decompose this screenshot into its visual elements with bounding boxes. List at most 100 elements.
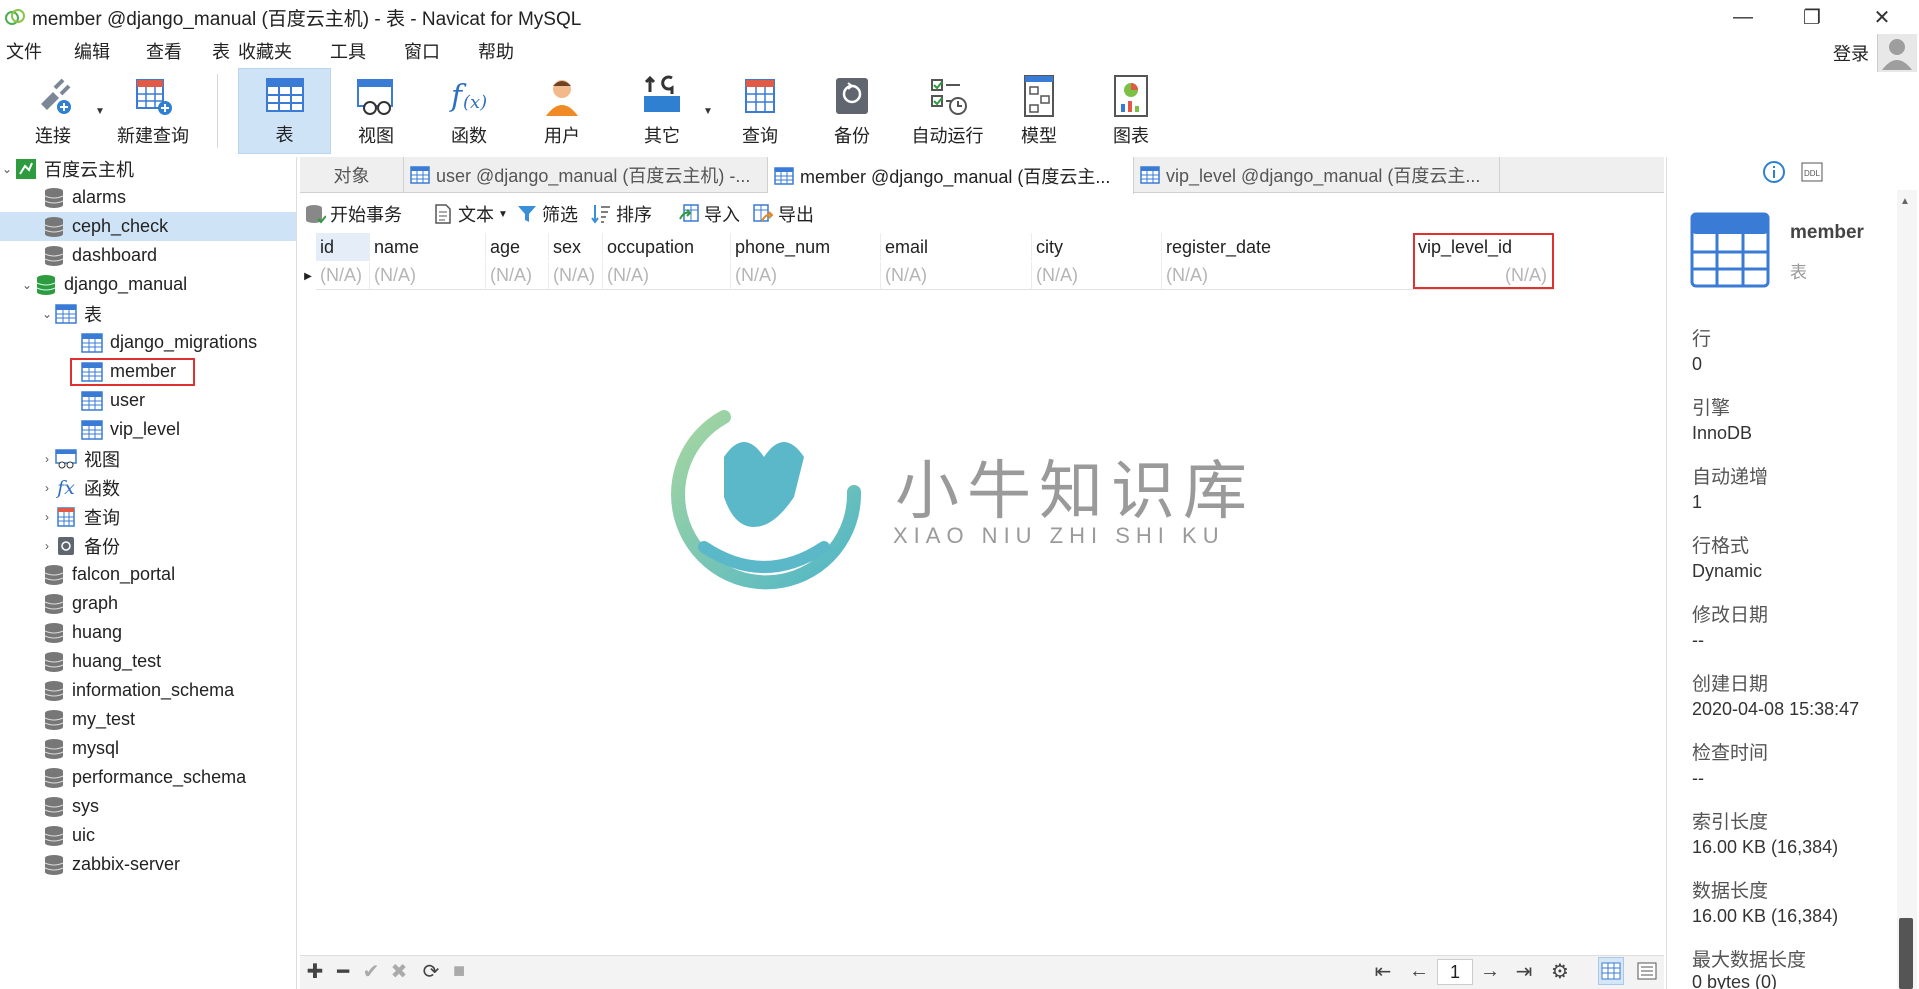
tree-db-ceph-check[interactable]: ceph_check: [0, 212, 296, 241]
dropdown-arrow-icon[interactable]: ▼: [498, 209, 508, 220]
chevron-right-icon[interactable]: ›: [40, 539, 54, 553]
menu-window[interactable]: 窗口: [396, 38, 470, 64]
query-button[interactable]: 查询: [728, 68, 792, 154]
user-avatar[interactable]: [1877, 34, 1917, 72]
text-button[interactable]: 文本 ▼: [432, 199, 508, 229]
discard-changes-button[interactable]: ✖: [386, 957, 412, 985]
begin-transaction-button[interactable]: 开始事务: [304, 199, 402, 229]
scroll-up-icon[interactable]: ▲: [1900, 196, 1910, 207]
column-header-id[interactable]: id: [316, 233, 370, 261]
chevron-right-icon[interactable]: ›: [40, 510, 54, 524]
tree-db-huang[interactable]: huang: [0, 618, 296, 647]
view-button[interactable]: 视图: [344, 68, 408, 154]
cell-sex[interactable]: (N/A): [549, 262, 603, 290]
chevron-down-icon[interactable]: ⌄: [20, 278, 34, 292]
column-header-city[interactable]: city: [1032, 233, 1162, 261]
settings-gear-icon[interactable]: ⚙: [1547, 957, 1573, 985]
menu-edit[interactable]: 编辑: [66, 38, 138, 64]
other-button[interactable]: 其它: [630, 68, 694, 154]
cell-occupation[interactable]: (N/A): [603, 262, 731, 290]
column-header-register-date[interactable]: register_date: [1162, 233, 1414, 261]
login-link[interactable]: 登录: [1833, 40, 1869, 66]
info-icon[interactable]: [1762, 160, 1786, 189]
backup-button[interactable]: 备份: [820, 68, 884, 154]
column-header-email[interactable]: email: [881, 233, 1032, 261]
chevron-right-icon[interactable]: ›: [40, 452, 54, 466]
first-page-button[interactable]: ⇤: [1370, 957, 1396, 985]
tree-db-zabbix-server[interactable]: zabbix-server: [0, 850, 296, 879]
tree-group-tables[interactable]: ⌄ 表: [0, 299, 296, 328]
last-page-button[interactable]: ⇥: [1511, 957, 1537, 985]
tree-db-performance-schema[interactable]: performance_schema: [0, 763, 296, 792]
connect-dropdown-icon[interactable]: ▼: [95, 106, 105, 117]
tree-db-huang-test[interactable]: huang_test: [0, 647, 296, 676]
minimize-button[interactable]: —: [1713, 0, 1773, 34]
column-header-name[interactable]: name: [370, 233, 486, 261]
cell-name[interactable]: (N/A): [370, 262, 486, 290]
info-panel-scrollbar[interactable]: [1897, 190, 1917, 989]
function-button[interactable]: f (x) 函数: [437, 68, 501, 154]
close-button[interactable]: ✕: [1852, 0, 1912, 34]
form-view-button[interactable]: [1634, 957, 1660, 985]
cell-age[interactable]: (N/A): [486, 262, 549, 290]
cell-register-date[interactable]: (N/A): [1162, 262, 1414, 290]
tree-connection[interactable]: ⌄ 百度云主机: [0, 154, 296, 183]
column-header-phone-num[interactable]: phone_num: [731, 233, 881, 261]
cell-phone-num[interactable]: (N/A): [731, 262, 881, 290]
cell-city[interactable]: (N/A): [1032, 262, 1162, 290]
other-dropdown-icon[interactable]: ▼: [703, 106, 713, 117]
user-button[interactable]: 用户: [530, 68, 594, 154]
table-button[interactable]: 表: [238, 68, 331, 154]
connect-button[interactable]: 连接: [18, 68, 88, 154]
chart-button[interactable]: 图表: [1099, 68, 1163, 154]
column-header-occupation[interactable]: occupation: [603, 233, 731, 261]
tree-table-django-migrations[interactable]: django_migrations: [0, 328, 296, 357]
tree-db-falcon-portal[interactable]: falcon_portal: [0, 560, 296, 589]
cell-email[interactable]: (N/A): [881, 262, 1032, 290]
menu-favorites[interactable]: 收藏夹: [230, 38, 322, 64]
previous-page-button[interactable]: ←: [1406, 957, 1432, 985]
tree-table-user[interactable]: user: [0, 386, 296, 415]
maximize-button[interactable]: ❐: [1782, 0, 1842, 34]
tab-objects[interactable]: 对象: [300, 157, 404, 193]
tree-group-views[interactable]: › 视图: [0, 444, 296, 473]
tab-vip-level-table[interactable]: vip_level @django_manual (百度云主...: [1134, 157, 1500, 193]
menu-view[interactable]: 查看: [138, 38, 204, 64]
grid-view-button[interactable]: [1598, 957, 1624, 985]
delete-record-button[interactable]: ━: [330, 957, 356, 985]
menu-tools[interactable]: 工具: [322, 38, 396, 64]
tree-db-graph[interactable]: graph: [0, 589, 296, 618]
tree-db-sys[interactable]: sys: [0, 792, 296, 821]
column-header-age[interactable]: age: [486, 233, 549, 261]
tree-db-alarms[interactable]: alarms: [0, 183, 296, 212]
tree-group-queries[interactable]: › 查询: [0, 502, 296, 531]
scrollbar-thumb[interactable]: [1899, 918, 1913, 989]
page-number-input[interactable]: 1: [1437, 959, 1473, 985]
menu-help[interactable]: 帮助: [470, 38, 526, 64]
tree-group-backups[interactable]: › 备份: [0, 531, 296, 560]
cell-id[interactable]: (N/A): [316, 262, 370, 290]
tree-table-vip-level[interactable]: vip_level: [0, 415, 296, 444]
refresh-button[interactable]: ⟳: [418, 957, 444, 985]
tree-db-dashboard[interactable]: dashboard: [0, 241, 296, 270]
menu-table[interactable]: 表: [204, 38, 230, 64]
tab-member-table[interactable]: member @django_manual (百度云主...: [768, 157, 1134, 194]
filter-button[interactable]: 筛选: [516, 199, 578, 229]
tree-db-django-manual[interactable]: ⌄ django_manual: [0, 270, 296, 299]
chevron-right-icon[interactable]: ›: [40, 481, 54, 495]
tree-db-mysql[interactable]: mysql: [0, 734, 296, 763]
tree-db-information-schema[interactable]: information_schema: [0, 676, 296, 705]
chevron-down-icon[interactable]: ⌄: [0, 162, 14, 176]
sort-button[interactable]: 排序: [590, 199, 652, 229]
model-button[interactable]: 模型: [1007, 68, 1071, 154]
column-header-sex[interactable]: sex: [549, 233, 603, 261]
new-query-button[interactable]: 新建查询: [108, 68, 198, 154]
chevron-down-icon[interactable]: ⌄: [40, 307, 54, 321]
next-page-button[interactable]: →: [1477, 957, 1503, 985]
automation-button[interactable]: 自动运行: [905, 68, 990, 154]
import-button[interactable]: 导入: [678, 199, 740, 229]
tab-user-table[interactable]: user @django_manual (百度云主机) -...: [404, 157, 768, 193]
tree-db-my-test[interactable]: my_test: [0, 705, 296, 734]
tree-db-uic[interactable]: uic: [0, 821, 296, 850]
add-record-button[interactable]: ✚: [302, 957, 328, 985]
